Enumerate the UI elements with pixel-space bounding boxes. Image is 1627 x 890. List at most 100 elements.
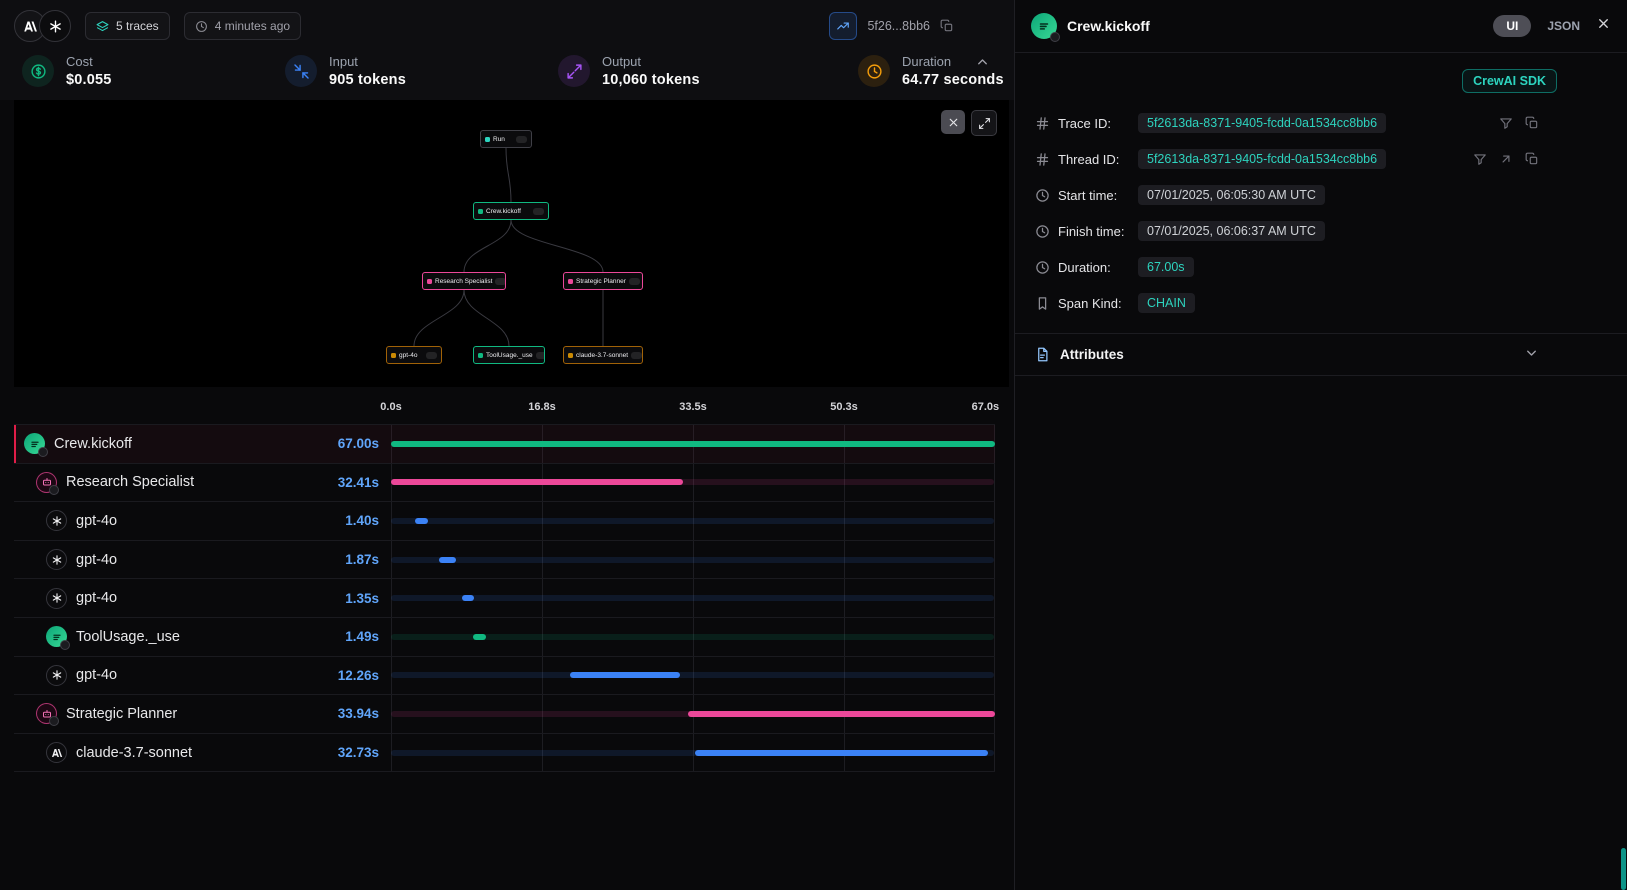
graph-node-research[interactable]: Research Specialist — [422, 272, 506, 290]
header-strip: 5 traces 4 minutes ago 5f26...8bb6 Cost$… — [0, 0, 1014, 100]
traces-badge-label: 5 traces — [116, 19, 159, 33]
clock-icon — [1035, 224, 1050, 239]
graph-node-strategic[interactable]: Strategic Planner — [563, 272, 643, 290]
tab-json[interactable]: JSON — [1547, 19, 1580, 33]
graph-node-run[interactable]: Run — [480, 130, 532, 148]
timeline-row-chart — [391, 425, 995, 463]
span-name: gpt-4o — [76, 513, 117, 529]
field-value: 07/01/2025, 06:06:37 AM UTC — [1138, 221, 1325, 241]
openai-glyph-icon — [51, 592, 63, 604]
arrows-in-icon — [285, 55, 317, 87]
tab-ui[interactable]: UI — [1493, 15, 1531, 37]
span-bar[interactable] — [462, 595, 475, 601]
sub-badge-icon — [38, 447, 48, 457]
span-bar[interactable] — [439, 557, 457, 563]
trace-main: 5 traces 4 minutes ago 5f26...8bb6 Cost$… — [0, 0, 1014, 890]
copy-button[interactable] — [1525, 116, 1539, 130]
span-bar[interactable] — [473, 634, 487, 640]
span-duration: 32.73s — [338, 745, 379, 760]
close-graph-button[interactable] — [941, 110, 965, 134]
node-type-icon — [485, 137, 490, 142]
close-panel-button[interactable] — [1596, 16, 1611, 36]
span-bar[interactable] — [570, 672, 680, 678]
span-bar[interactable] — [688, 711, 995, 717]
node-duration-badge — [495, 278, 506, 285]
stat-input: Input 905 tokens — [285, 54, 406, 88]
span-bar[interactable] — [415, 518, 429, 524]
timeline-row[interactable]: Strategic Planner33.94s — [14, 694, 995, 733]
attributes-section[interactable]: Attributes — [1015, 333, 1627, 376]
timeline-row[interactable]: Crew.kickoff67.00s — [14, 424, 995, 463]
span-track — [391, 672, 994, 678]
graph-node-tool[interactable]: ToolUsage._use — [473, 346, 545, 364]
openai-glyph-icon — [51, 669, 63, 681]
graph-node-gpt[interactable]: gpt-4o — [386, 346, 442, 364]
timeline-row-chart — [391, 541, 995, 579]
timeline-row[interactable]: gpt-4o1.87s — [14, 540, 995, 579]
timeline-row-chart — [391, 618, 995, 656]
timeline-row-label: Strategic Planner33.94s — [14, 695, 391, 733]
external-icon — [1499, 152, 1513, 166]
span-bar[interactable] — [391, 479, 683, 485]
stat-label: Input — [329, 54, 406, 69]
graph-node-label: ToolUsage._use — [486, 352, 533, 359]
close-icon — [947, 116, 960, 129]
field-value: 5f2613da-8371-9405-fcdd-0a1534cc8bb6 — [1138, 149, 1386, 169]
field-duration: Duration:67.00s — [1015, 249, 1627, 285]
stat-value: 905 tokens — [329, 72, 406, 88]
clock-icon — [1035, 260, 1050, 275]
field-finish-time: Finish time:07/01/2025, 06:06:37 AM UTC — [1015, 213, 1627, 249]
timeline-row-label: gpt-4o1.87s — [14, 541, 391, 579]
bookmark-icon — [1035, 296, 1050, 311]
span-duration: 1.35s — [345, 591, 379, 606]
scrollbar-thumb[interactable] — [1621, 848, 1626, 890]
span-bar[interactable] — [695, 750, 989, 756]
timeline-row[interactable]: gpt-4o12.26s — [14, 656, 995, 695]
crew-glyph-icon — [1037, 19, 1051, 33]
timeline-row[interactable]: ToolUsage._use1.49s — [14, 617, 995, 656]
copy-trace-id-button[interactable] — [940, 19, 954, 33]
openai-icon — [46, 665, 67, 686]
copy-icon — [940, 19, 954, 33]
timeline-row[interactable]: Research Specialist32.41s — [14, 463, 995, 502]
node-type-icon — [568, 279, 573, 284]
fields-list: Trace ID: 5f2613da-8371-9405-fcdd-0a1534c… — [1015, 101, 1627, 321]
copy-button[interactable] — [1525, 152, 1539, 166]
stat-label: Cost — [66, 54, 112, 69]
graph-node-claude[interactable]: claude-3.7-sonnet — [563, 346, 643, 364]
axis-tick: 67.0s — [972, 401, 1000, 413]
timeline-row[interactable]: gpt-4o1.35s — [14, 578, 995, 617]
external-button[interactable] — [1499, 152, 1513, 166]
graph-node-label: Research Specialist — [435, 278, 492, 285]
collapse-stats-button[interactable] — [975, 55, 990, 75]
openai-icon — [46, 588, 67, 609]
trace-graph: Run Crew.kickoff Research Specialist Strate… — [14, 100, 1009, 387]
span-duration: 67.00s — [338, 436, 379, 451]
filter-button[interactable] — [1499, 116, 1513, 130]
timeline-row[interactable]: claude-3.7-sonnet32.73s — [14, 733, 995, 773]
analytics-button[interactable] — [829, 12, 857, 40]
field-span-kind: Span Kind:CHAIN — [1015, 285, 1627, 321]
traces-badge[interactable]: 5 traces — [85, 12, 170, 40]
span-bar[interactable] — [391, 441, 995, 447]
anthropic-icon — [46, 742, 67, 763]
tool-icon — [46, 626, 67, 647]
expand-graph-button[interactable] — [971, 110, 997, 136]
node-duration-badge — [533, 208, 544, 215]
attributes-label: Attributes — [1060, 347, 1124, 362]
timeline-row[interactable]: gpt-4o1.40s — [14, 501, 995, 540]
axis-tick: 0.0s — [380, 401, 401, 413]
graph-node-crew[interactable]: Crew.kickoff — [473, 202, 549, 220]
node-type-icon — [391, 353, 396, 358]
axis-tick: 16.8s — [528, 401, 556, 413]
span-track — [391, 518, 994, 524]
node-type-icon — [568, 353, 573, 358]
field-thread-id: Thread ID:5f2613da-8371-9405-fcdd-0a1534… — [1015, 141, 1627, 177]
filter-button[interactable] — [1473, 152, 1487, 166]
sdk-badge: CrewAI SDK — [1462, 69, 1557, 93]
panel-title: Crew.kickoff — [1067, 18, 1150, 34]
timeline-row-chart — [391, 657, 995, 695]
field-label: Trace ID: — [1058, 116, 1130, 131]
expand-icon — [978, 117, 991, 130]
span-duration: 12.26s — [338, 668, 379, 683]
